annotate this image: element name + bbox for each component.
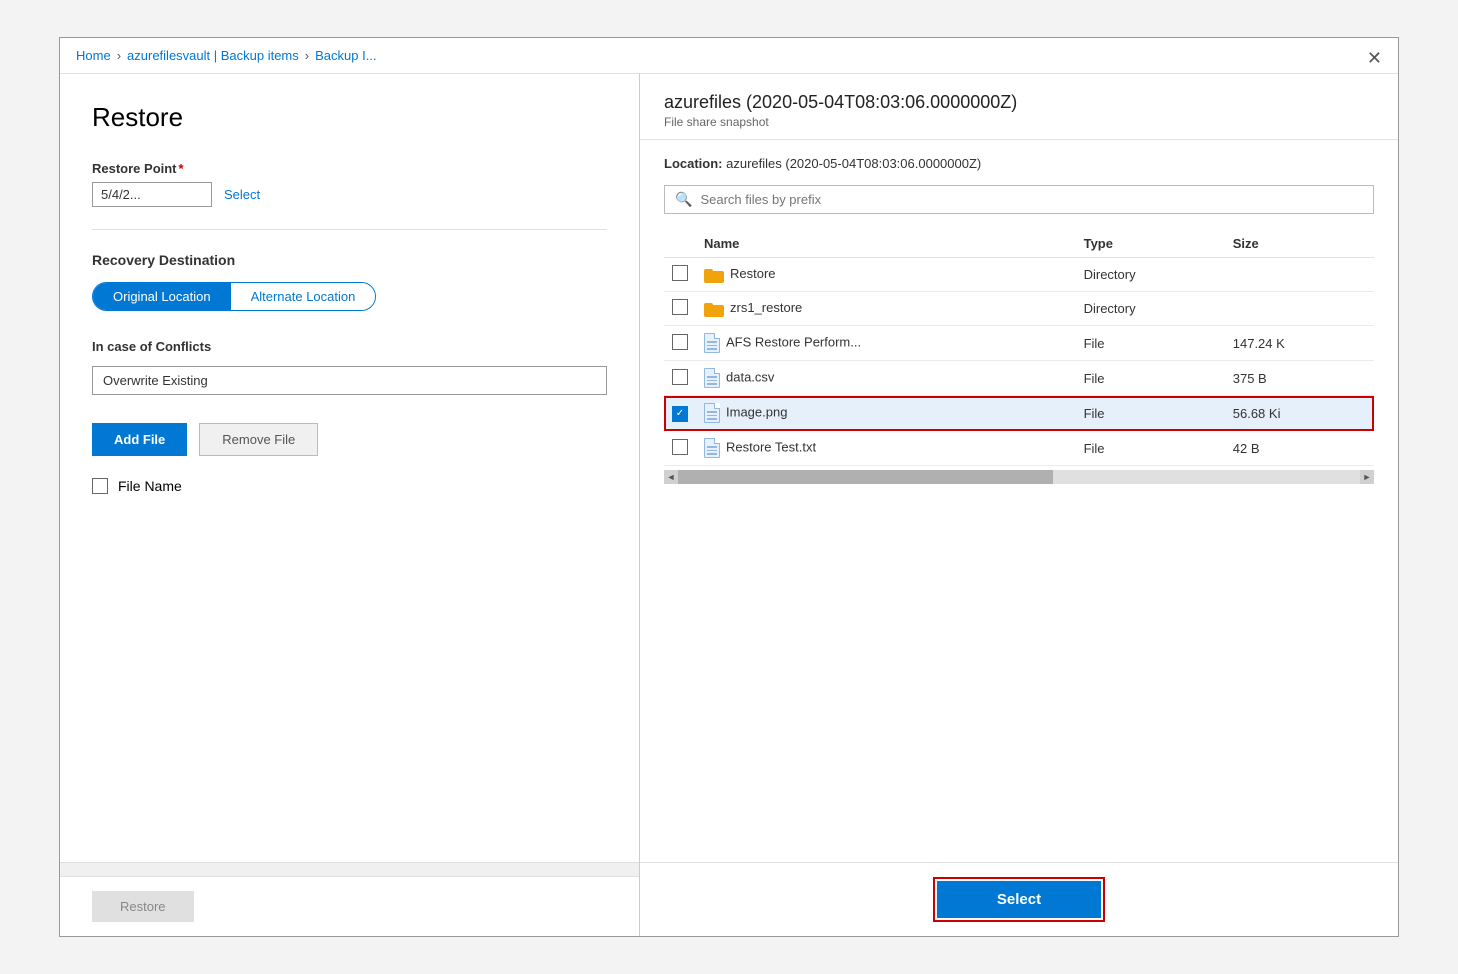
folder-icon: [704, 267, 724, 283]
table-row[interactable]: ✓ Image.png File56.68 Ki: [664, 396, 1374, 431]
left-panel: Restore Restore Point* Select Recovery D…: [60, 74, 640, 936]
folder-icon: [704, 301, 724, 317]
table-header-row: Name Type Size: [664, 230, 1374, 258]
breadcrumb-vault[interactable]: azurefilesvault | Backup items: [127, 48, 299, 63]
file-name-text: Restore Test.txt: [726, 439, 816, 454]
restore-point-input[interactable]: [92, 182, 212, 207]
conflicts-section: In case of Conflicts: [92, 339, 607, 395]
remove-file-button[interactable]: Remove File: [199, 423, 318, 456]
recovery-destination-toggle: Original Location Alternate Location: [92, 282, 376, 311]
file-icon: [704, 438, 720, 458]
breadcrumb-items[interactable]: Backup I...: [315, 48, 376, 63]
alternate-location-btn[interactable]: Alternate Location: [231, 283, 376, 310]
conflicts-label: In case of Conflicts: [92, 339, 607, 354]
left-horizontal-scrollbar[interactable]: [60, 862, 639, 876]
row-checkbox[interactable]: [672, 334, 688, 350]
scroll-left-arrow[interactable]: ◄: [664, 470, 678, 484]
left-bottom-bar: Restore: [60, 876, 639, 936]
col-name-header: Name: [696, 230, 1076, 258]
right-header: azurefiles (2020-05-04T08:03:06.0000000Z…: [640, 74, 1398, 140]
col-checkbox: [664, 230, 696, 258]
table-row[interactable]: AFS Restore Perform... File147.24 K: [664, 326, 1374, 361]
col-type-header: Type: [1076, 230, 1225, 258]
restore-button[interactable]: Restore: [92, 891, 194, 922]
location-value: azurefiles (2020-05-04T08:03:06.0000000Z…: [726, 156, 981, 171]
location-row: Location: azurefiles (2020-05-04T08:03:0…: [664, 156, 1374, 171]
main-area: Restore Restore Point* Select Recovery D…: [60, 74, 1398, 936]
col-size-header: Size: [1225, 230, 1374, 258]
file-table: Name Type Size RestoreDirectoryzrs1_rest…: [664, 230, 1374, 466]
file-type: File: [1076, 361, 1225, 396]
search-icon: 🔍: [675, 191, 692, 208]
add-file-button[interactable]: Add File: [92, 423, 187, 456]
file-type: Directory: [1076, 292, 1225, 326]
file-size: 56.68 Ki: [1225, 396, 1374, 431]
scroll-thumb[interactable]: [678, 470, 1053, 484]
left-panel-content: Restore Restore Point* Select Recovery D…: [60, 74, 639, 862]
table-row[interactable]: zrs1_restore Directory: [664, 292, 1374, 326]
table-row[interactable]: data.csv File375 B: [664, 361, 1374, 396]
file-name-checkbox[interactable]: [92, 478, 108, 494]
outer-frame: Home › azurefilesvault | Backup items › …: [59, 37, 1399, 937]
breadcrumb-home[interactable]: Home: [76, 48, 111, 63]
search-box: 🔍: [664, 185, 1374, 214]
file-size: [1225, 258, 1374, 292]
recovery-destination-label: Recovery Destination: [92, 252, 607, 268]
right-bottom-bar: Select: [640, 862, 1398, 936]
right-panel: azurefiles (2020-05-04T08:03:06.0000000Z…: [640, 74, 1398, 936]
row-checkbox[interactable]: [672, 299, 688, 315]
file-name-text: Restore: [730, 266, 776, 281]
file-name-text: Image.png: [726, 404, 787, 419]
conflicts-input[interactable]: [92, 366, 607, 395]
table-row[interactable]: Restore Directory: [664, 258, 1374, 292]
breadcrumb: Home › azurefilesvault | Backup items › …: [60, 38, 1398, 74]
restore-point-label: Restore Point*: [92, 161, 607, 176]
restore-point-row: Select: [92, 182, 607, 207]
select-button[interactable]: Select: [937, 881, 1101, 918]
file-buttons: Add File Remove File: [92, 423, 607, 456]
scroll-track[interactable]: [678, 470, 1360, 484]
row-checkbox[interactable]: [672, 369, 688, 385]
page-title: Restore: [92, 102, 607, 133]
right-panel-subtitle: File share snapshot: [664, 115, 1374, 129]
file-size: 147.24 K: [1225, 326, 1374, 361]
right-body: Location: azurefiles (2020-05-04T08:03:0…: [640, 140, 1398, 862]
select-restore-point-link[interactable]: Select: [224, 187, 260, 202]
file-icon: [704, 403, 720, 423]
file-name-text: AFS Restore Perform...: [726, 334, 861, 349]
file-type: File: [1076, 431, 1225, 466]
row-checkbox[interactable]: [672, 265, 688, 281]
horizontal-scrollbar[interactable]: ◄ ►: [664, 470, 1374, 484]
file-type: File: [1076, 396, 1225, 431]
select-button-wrap: Select: [933, 877, 1105, 922]
search-input[interactable]: [700, 192, 1363, 207]
file-name-label: File Name: [118, 478, 182, 494]
file-type: File: [1076, 326, 1225, 361]
file-size: 375 B: [1225, 361, 1374, 396]
file-type: Directory: [1076, 258, 1225, 292]
right-panel-title: azurefiles (2020-05-04T08:03:06.0000000Z…: [664, 92, 1374, 113]
file-icon: [704, 368, 720, 388]
divider-1: [92, 229, 607, 230]
row-checkbox[interactable]: ✓: [672, 406, 688, 422]
file-size: [1225, 292, 1374, 326]
file-size: 42 B: [1225, 431, 1374, 466]
file-name-text: zrs1_restore: [730, 300, 802, 315]
original-location-btn[interactable]: Original Location: [93, 283, 231, 310]
table-row[interactable]: Restore Test.txt File42 B: [664, 431, 1374, 466]
scroll-right-arrow[interactable]: ►: [1360, 470, 1374, 484]
file-name-text: data.csv: [726, 369, 774, 384]
row-checkbox[interactable]: [672, 439, 688, 455]
file-icon: [704, 333, 720, 353]
file-name-row: File Name: [92, 478, 607, 494]
